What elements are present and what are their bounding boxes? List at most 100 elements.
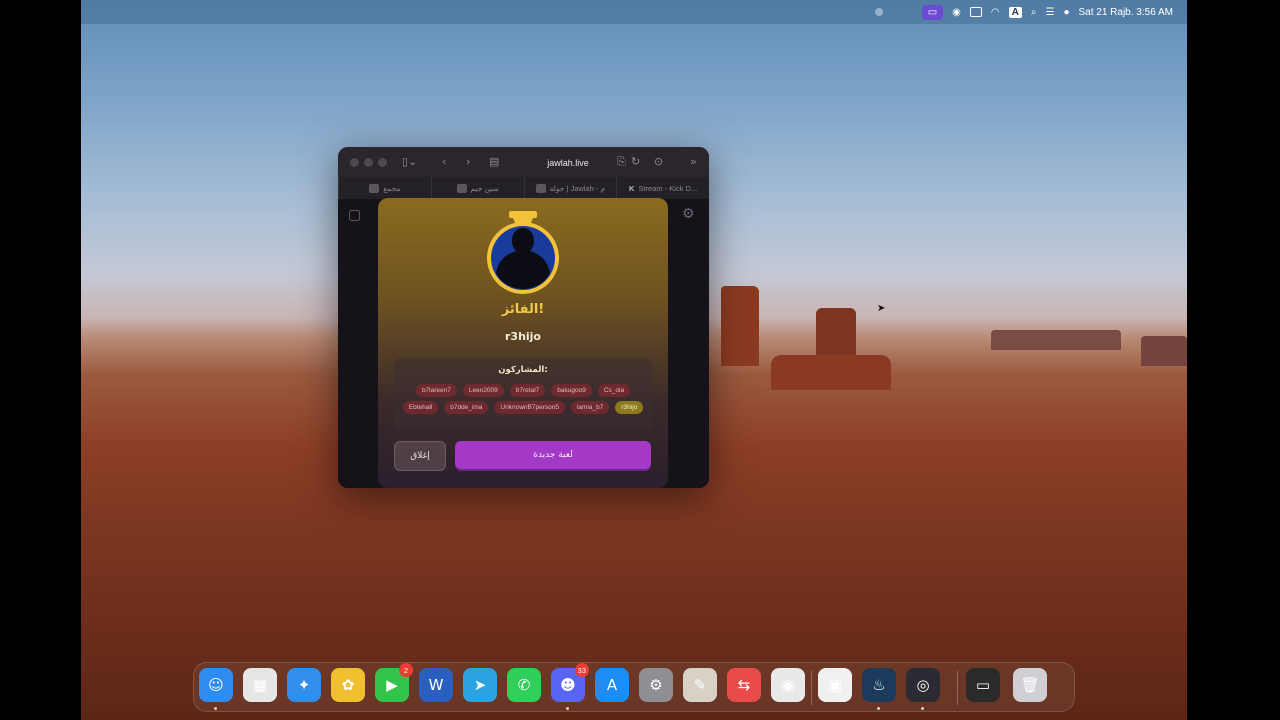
telegram-dock-icon[interactable]: ➤ bbox=[463, 668, 497, 702]
control-center-icon[interactable]: ☰ bbox=[1045, 7, 1054, 18]
tab-favicon-icon bbox=[456, 183, 467, 193]
kick-icon: K bbox=[629, 183, 635, 193]
chat-icon[interactable]: ▢ bbox=[348, 207, 361, 223]
discord-dock-icon[interactable]: ☻ 33 bbox=[551, 663, 589, 710]
dock: ☺ ▦ ✦ ✿ ▶ 2 W ➤ ✆ ☻ 33 A ⚙ ✎ ⇆ ◉ ▣ ♨ ◎ ▭ 🗑 bbox=[193, 662, 1075, 712]
finder-glyph-icon: ☺ bbox=[208, 676, 224, 694]
trash-glyph-icon: 🗑 bbox=[1020, 676, 1040, 694]
participant-chip: Leen2009 bbox=[462, 384, 504, 397]
facetime-glyph-icon: ▶ bbox=[386, 676, 398, 694]
trash-dock-icon[interactable]: 🗑 bbox=[1013, 668, 1047, 702]
wallpaper-mesa bbox=[1141, 336, 1187, 366]
photos-dock-icon[interactable]: ✿ bbox=[331, 668, 365, 702]
discord-glyph-icon: ☻ bbox=[560, 676, 576, 694]
reload-icon[interactable]: ↻ bbox=[631, 155, 640, 168]
steam-glyph-icon: ♨ bbox=[872, 676, 886, 694]
running-indicator bbox=[877, 707, 880, 710]
remote-desktop-dock-icon[interactable]: ⇆ bbox=[727, 668, 761, 702]
tab-favicon-icon bbox=[535, 183, 546, 193]
system-settings-glyph-icon: ⚙ bbox=[649, 676, 663, 694]
notification-badge: 33 bbox=[574, 663, 589, 677]
url-text: jawlah.live bbox=[547, 157, 589, 168]
obs-glyph-icon: ◎ bbox=[916, 676, 930, 694]
participant-chip: b7retal7 bbox=[509, 384, 546, 397]
system-settings-dock-icon[interactable]: ⚙ bbox=[639, 668, 673, 702]
safari-dock-icon[interactable]: ✦ bbox=[287, 668, 321, 702]
whatsapp-glyph-icon: ✆ bbox=[517, 676, 531, 694]
zoom-window-button[interactable] bbox=[378, 158, 387, 167]
close-window-button[interactable] bbox=[350, 158, 359, 167]
winner-name: r3hijo bbox=[504, 330, 541, 343]
participants-list: Cs_ola bakugoo9 b7retal7 Leen2009 b7lareen7 r… bbox=[400, 384, 646, 414]
mouse-cursor-icon: ➤ bbox=[877, 303, 886, 314]
chrome-glyph-icon: ◉ bbox=[781, 676, 795, 694]
word-dock-icon[interactable]: W bbox=[419, 668, 453, 702]
winner-modal: الفائز! r3hijo المشاركون: Cs_ola bakugoo9… bbox=[378, 198, 668, 488]
participant-chip: b7dde_ima bbox=[444, 401, 489, 414]
siri-icon[interactable]: ● bbox=[1063, 7, 1069, 18]
participant-chip: Cs_ola bbox=[597, 384, 631, 397]
notification-badge: 2 bbox=[399, 663, 413, 677]
wifi-icon[interactable]: ◠ bbox=[991, 7, 1000, 18]
participants-title: المشاركون: bbox=[498, 365, 548, 375]
running-indicator bbox=[566, 707, 569, 710]
minimize-window-button[interactable] bbox=[364, 158, 373, 167]
play-icon[interactable]: ◉ bbox=[952, 7, 961, 18]
obs-dock-icon[interactable]: ◎ bbox=[906, 668, 940, 710]
safari-glyph-icon: ✦ bbox=[297, 676, 311, 694]
close-button[interactable]: إغلاق bbox=[394, 441, 446, 471]
whatsapp-dock-icon[interactable]: ✆ bbox=[507, 668, 541, 702]
screen-preview-glyph-icon: ▭ bbox=[975, 676, 991, 694]
settings-gear-icon[interactable]: ⚙ bbox=[682, 206, 695, 222]
participant-chip: UnknownB7person5 bbox=[494, 401, 565, 414]
finder-dock-icon[interactable]: ☺ bbox=[199, 668, 233, 710]
launchpad-dock-icon[interactable]: ▦ bbox=[243, 668, 277, 702]
chrome-dock-icon[interactable]: ◉ bbox=[771, 668, 805, 702]
forward-icon[interactable]: › bbox=[466, 155, 470, 168]
menu-bar: ▭ ◉ ◠ A ⌕ ☰ ● Sat 21 Rajb. 3:56 AM bbox=[81, 0, 1187, 24]
participant-chip: lamia_b7 bbox=[570, 401, 610, 414]
tab-kick-stream[interactable]: K Stream - Kick D... bbox=[616, 177, 709, 199]
participant-chip: Ebtehall bbox=[402, 401, 439, 414]
tab-majma[interactable]: مجمع bbox=[338, 177, 431, 199]
spotlight-search-icon[interactable]: ⌕ bbox=[1031, 7, 1037, 18]
notes-glyph-icon: ✎ bbox=[693, 676, 707, 694]
notes-dock-icon[interactable]: ✎ bbox=[683, 668, 717, 702]
steam-dock-icon[interactable]: ♨ bbox=[862, 668, 896, 710]
dock-separator bbox=[811, 671, 812, 705]
tab-jawlah[interactable]: جولة | Jawlah - م bbox=[523, 177, 617, 199]
telegram-glyph-icon: ➤ bbox=[473, 676, 487, 694]
browser-toolbar: ▯⌄ ‹ › ▤ jawlah.live ⎘ ↻ ⊙ » bbox=[338, 147, 709, 177]
facetime-dock-icon[interactable]: ▶ 2 bbox=[375, 663, 413, 702]
winner-title: الفائز! bbox=[501, 302, 545, 317]
more-tabs-icon[interactable]: » bbox=[690, 155, 697, 168]
wallpaper-mesa bbox=[991, 330, 1121, 350]
download-icon[interactable]: ⊙ bbox=[654, 155, 663, 168]
tab-favicon-icon bbox=[369, 183, 380, 193]
app-store-dock-icon[interactable]: A bbox=[595, 668, 629, 702]
participant-chip: bakugoo9 bbox=[551, 384, 592, 397]
recording-indicator-icon bbox=[874, 8, 883, 16]
browser-window: ▯⌄ ‹ › ▤ jawlah.live ⎘ ↻ ⊙ » مجمع سين جي… bbox=[338, 147, 709, 488]
participant-chip: b7lareen7 bbox=[415, 384, 457, 397]
battery-icon[interactable] bbox=[969, 7, 982, 17]
launchpad-glyph-icon: ▦ bbox=[252, 676, 268, 694]
participant-chip: r3hijo bbox=[615, 401, 644, 414]
sidebar-toggle-icon[interactable]: ▯⌄ bbox=[402, 155, 417, 168]
input-source-icon[interactable]: A bbox=[1008, 6, 1022, 18]
translate-icon[interactable]: ⎘ bbox=[617, 155, 626, 169]
running-indicator bbox=[214, 707, 217, 710]
tab-seen-jeem[interactable]: سين جيم bbox=[430, 177, 524, 199]
back-icon[interactable]: ‹ bbox=[442, 155, 446, 168]
new-game-button[interactable]: لعبة جديدة bbox=[455, 441, 651, 469]
tab-bar: مجمع سين جيم جولة | Jawlah - م K Stream -… bbox=[338, 177, 709, 199]
participants-panel: المشاركون: Cs_ola bakugoo9 b7retal7 Leen200… bbox=[394, 358, 652, 430]
wallpaper-butte bbox=[721, 286, 759, 366]
elgato-glyph-icon: ▣ bbox=[827, 676, 843, 694]
elgato-dock-icon[interactable]: ▣ bbox=[818, 668, 852, 702]
menubar-datetime[interactable]: Sat 21 Rajb. 3:56 AM bbox=[1078, 7, 1173, 18]
trophy-icon bbox=[487, 211, 559, 294]
screen-preview-dock-icon[interactable]: ▭ bbox=[966, 668, 1000, 702]
screen-share-icon[interactable]: ▭ bbox=[921, 4, 944, 20]
running-indicator bbox=[921, 707, 924, 710]
